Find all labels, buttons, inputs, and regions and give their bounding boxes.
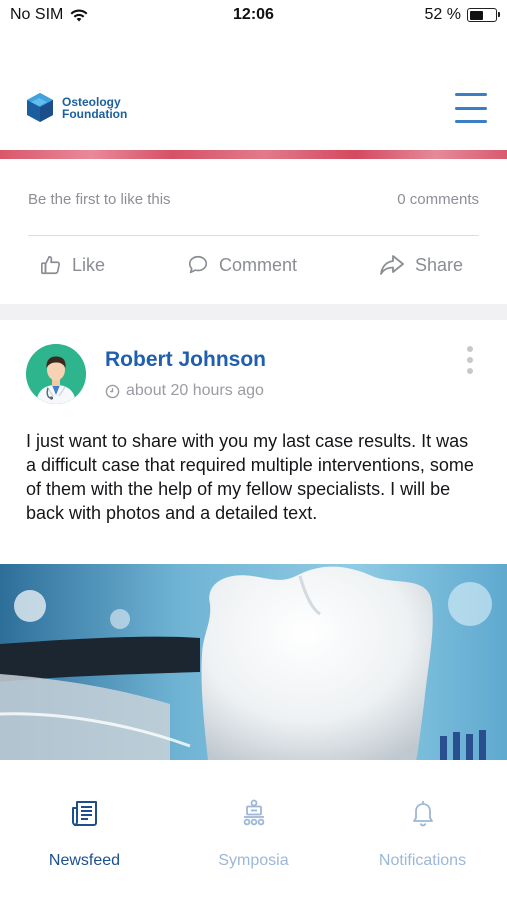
feed-post: Robert Johnson about 20 hours ago I just… <box>0 320 507 760</box>
like-label: Like <box>72 254 106 275</box>
conference-icon <box>243 799 264 826</box>
tab-label: Newsfeed <box>48 852 121 869</box>
avatar[interactable] <box>26 344 86 404</box>
tab-newsfeed[interactable]: Newsfeed <box>0 798 169 870</box>
logo-text: Osteology Foundation <box>62 96 127 120</box>
post-actions: Like Comment Share <box>40 254 463 276</box>
comments-count[interactable]: 0 comments <box>397 191 479 208</box>
tab-symposia[interactable]: Symposia <box>169 798 338 870</box>
thumbs-up-icon <box>41 255 61 275</box>
more-options-icon[interactable] <box>465 346 475 374</box>
bottom-tab-bar: Newsfeed Symposia Notifications <box>0 760 507 900</box>
previous-post-footer: Be the first to like this 0 comments Lik… <box>0 159 507 304</box>
post-image[interactable] <box>0 564 507 760</box>
like-button[interactable]: Like <box>40 254 105 276</box>
logo-line-2: Foundation <box>62 107 128 121</box>
battery-percent: 52 % <box>424 6 461 23</box>
clock-icon <box>105 384 120 398</box>
share-label: Share <box>414 254 463 275</box>
status-battery-group: 52 % <box>424 6 500 24</box>
tooth-photo <box>0 564 507 760</box>
status-bar: No SIM 12:06 52 % <box>0 0 507 32</box>
battery-fill <box>469 10 483 20</box>
logo-cube-icon <box>27 93 53 122</box>
newspaper-icon <box>71 801 97 826</box>
logo[interactable]: Osteology Foundation <box>22 90 127 126</box>
tab-notifications[interactable]: Notifications <box>338 798 507 870</box>
battery-icon <box>467 8 500 22</box>
post-timestamp: about 20 hours ago <box>105 382 264 400</box>
feed-separator <box>0 304 507 320</box>
author-name[interactable]: Robert Johnson <box>105 348 266 372</box>
comment-label: Comment <box>218 254 297 275</box>
previous-post-image-edge <box>0 150 507 159</box>
hamburger-menu-icon[interactable] <box>455 93 487 123</box>
bell-icon <box>412 801 433 827</box>
app-header: Osteology Foundation <box>0 80 507 144</box>
tab-label: Symposia <box>218 852 289 869</box>
share-button[interactable]: Share <box>379 254 463 276</box>
timestamp-label: about 20 hours ago <box>126 382 264 399</box>
tab-label: Notifications <box>378 852 467 869</box>
post-body: I just want to share with you my last ca… <box>26 431 474 523</box>
comment-button[interactable]: Comment <box>187 254 297 276</box>
post-stats: Be the first to like this 0 comments <box>28 191 479 208</box>
divider <box>28 235 479 236</box>
likes-summary: Be the first to like this <box>28 191 171 208</box>
doctor-avatar-icon <box>26 344 86 404</box>
share-arrow-icon <box>380 255 404 275</box>
speech-bubble-icon <box>188 255 208 274</box>
